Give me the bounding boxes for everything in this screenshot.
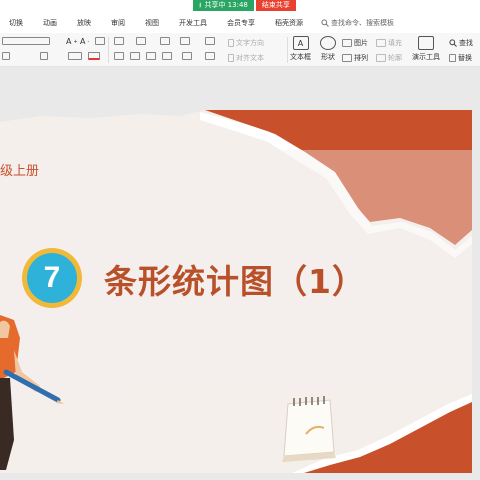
menu-bar: 切换 动画 放映 审阅 视图 开发工具 会员专享 稻壳资源 查找命令、搜索模板: [0, 13, 480, 33]
clear-format-button[interactable]: [95, 37, 105, 45]
align-center-icon: [130, 52, 140, 60]
screen-share-bar: ⭳ 共享中 13:48 结束共享: [193, 0, 296, 11]
tab-review[interactable]: 审阅: [101, 18, 135, 28]
text-direction-button[interactable]: 文字方向: [228, 38, 264, 48]
outline-button[interactable]: 轮廓: [376, 53, 402, 63]
textbox-button[interactable]: A 文本框: [290, 36, 311, 62]
presenter-tools-icon: [418, 36, 434, 50]
replace-icon: [449, 54, 456, 62]
fill-button[interactable]: 填充: [376, 38, 402, 48]
tab-developer[interactable]: 开发工具: [169, 18, 217, 28]
indent-decrease-button[interactable]: [160, 37, 170, 45]
grow-font-button[interactable]: A +: [66, 37, 78, 46]
replace-label: 替换: [458, 54, 472, 62]
desk-calendar-illustration: [282, 396, 336, 462]
ribbon-separator: [287, 37, 288, 63]
search-icon: [321, 19, 329, 27]
align-text-label: 对齐文本: [236, 54, 264, 62]
textbox-icon: A: [292, 36, 309, 50]
font-color-button[interactable]: [88, 52, 100, 60]
slide-canvas[interactable]: 级上册 7 条形统计图（1）: [0, 110, 472, 473]
arrange-button[interactable]: 排列: [342, 53, 368, 63]
indent-decrease-icon: [160, 37, 170, 45]
align-left-button[interactable]: [114, 52, 124, 60]
char-spacing-button[interactable]: [68, 52, 82, 60]
tab-view[interactable]: 视图: [135, 18, 169, 28]
columns-icon: [205, 52, 215, 60]
ribbon-separator: [108, 37, 109, 63]
shape-icon: [320, 36, 336, 50]
underline-icon: [2, 52, 10, 60]
font-color-icon: [88, 52, 100, 60]
tab-transition[interactable]: 切换: [0, 18, 33, 28]
justify-button[interactable]: [162, 52, 172, 60]
presenter-tools-button[interactable]: 演示工具: [412, 36, 440, 62]
clear-format-icon: [95, 37, 105, 45]
outline-label: 轮廓: [388, 54, 402, 62]
fill-label: 填充: [388, 39, 402, 47]
share-status: ⭳ 共享中 13:48: [193, 0, 254, 11]
numbered-list-button[interactable]: [136, 37, 146, 45]
columns-button[interactable]: [205, 52, 215, 60]
text-direction-label: 文字方向: [236, 39, 264, 47]
distribute-icon: [182, 52, 192, 60]
shrink-font-button[interactable]: A-: [80, 37, 89, 46]
arrange-label: 排列: [354, 54, 368, 62]
slide-title: 条形统计图（1）: [104, 262, 366, 301]
tab-slideshow[interactable]: 放映: [67, 18, 101, 28]
tab-resources[interactable]: 稻壳资源: [265, 18, 313, 28]
numbered-list-icon: [136, 37, 146, 45]
superscript-icon: [40, 52, 48, 60]
shape-label: 形状: [321, 53, 335, 61]
indent-increase-button[interactable]: [180, 37, 190, 45]
distribute-button[interactable]: [182, 52, 192, 60]
char-spacing-icon: [68, 52, 82, 60]
underline-button[interactable]: [2, 52, 10, 60]
align-center-button[interactable]: [130, 52, 140, 60]
tab-animation[interactable]: 动画: [33, 18, 67, 28]
align-left-icon: [114, 52, 124, 60]
find-icon: [449, 39, 457, 47]
textbox-label: 文本框: [290, 53, 311, 61]
command-search[interactable]: 查找命令、搜索模板: [321, 18, 394, 28]
fill-icon: [376, 39, 386, 47]
command-search-placeholder: 查找命令、搜索模板: [331, 19, 394, 27]
bullet-list-icon: [114, 37, 124, 45]
arrange-icon: [342, 54, 352, 62]
superscript-button[interactable]: [40, 52, 48, 60]
bullet-list-button[interactable]: [114, 37, 124, 45]
indent-increase-icon: [180, 37, 190, 45]
picture-icon: [342, 39, 352, 47]
share-arrow-icon: ⭳: [199, 1, 202, 9]
outline-icon: [376, 54, 386, 62]
line-spacing-button[interactable]: [205, 37, 215, 45]
find-button[interactable]: 查找: [449, 38, 473, 48]
presenter-tools-label: 演示工具: [412, 53, 440, 61]
align-right-button[interactable]: [146, 52, 156, 60]
picture-button[interactable]: 图片: [342, 38, 368, 48]
tab-member[interactable]: 会员专享: [217, 18, 265, 28]
picture-label: 图片: [354, 39, 368, 47]
font-size-field-icon: [2, 37, 50, 45]
share-status-label: 共享中 13:48: [204, 1, 248, 9]
ribbon-toolbar: A + A- 文字方向 对齐文本 A 文本框 形状 图片 排列 填充 轮廓 演示…: [0, 33, 480, 67]
align-right-icon: [146, 52, 156, 60]
shape-button[interactable]: 形状: [320, 36, 336, 62]
align-text-icon: [228, 54, 234, 62]
font-size-dropdown[interactable]: [2, 37, 50, 45]
end-share-button[interactable]: 结束共享: [255, 0, 296, 11]
person-with-pencil-illustration: [0, 315, 64, 470]
line-spacing-icon: [205, 37, 215, 45]
find-label: 查找: [459, 39, 473, 47]
text-direction-icon: [228, 39, 234, 47]
replace-button[interactable]: 替换: [449, 53, 472, 63]
align-text-button[interactable]: 对齐文本: [228, 53, 264, 63]
justify-icon: [162, 52, 172, 60]
